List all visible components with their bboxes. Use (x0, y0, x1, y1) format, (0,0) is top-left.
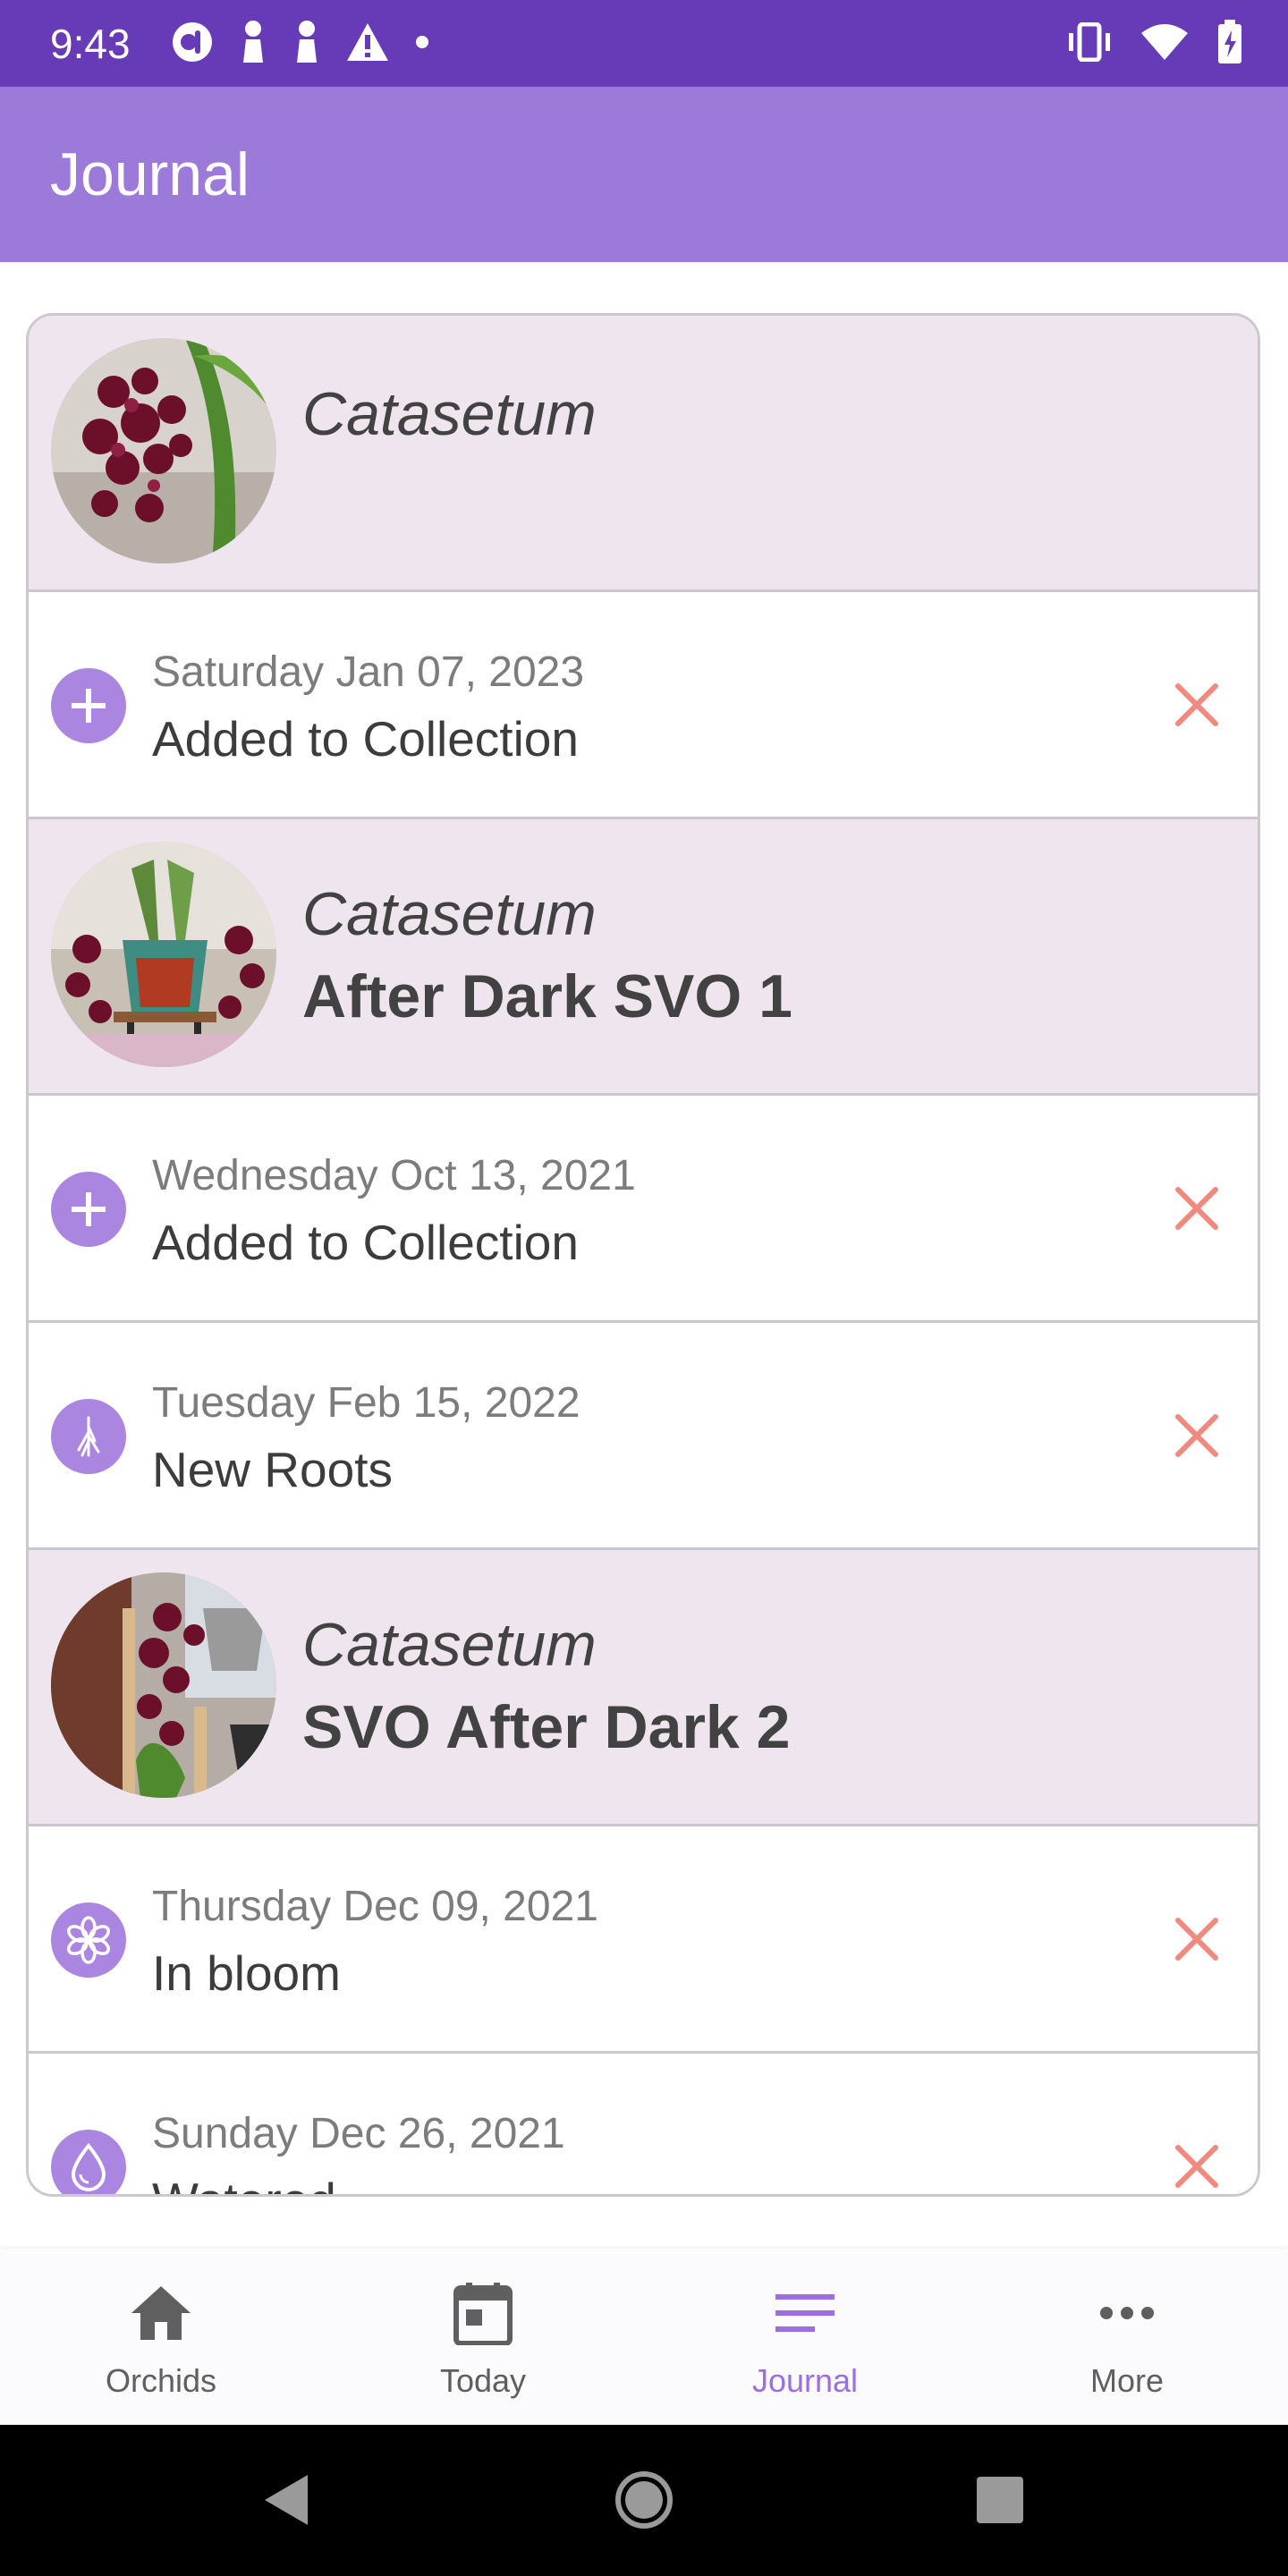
journal-list[interactable]: Catasetum Saturday Jan 07, 2023 Added to… (26, 313, 1260, 2197)
wifi-icon (1140, 22, 1190, 66)
back-button[interactable] (250, 2464, 322, 2536)
delete-button[interactable] (1163, 1905, 1231, 1973)
orchid-genus: Catasetum (302, 380, 597, 448)
plus-icon (51, 1172, 126, 1247)
orchid-header[interactable]: Catasetum After Dark SVO 1 (29, 819, 1258, 1096)
event-label: Added to Collection (152, 711, 579, 767)
water-drop-icon (51, 2130, 126, 2194)
nav-label: More (1089, 2362, 1165, 2399)
close-icon (1175, 683, 1218, 726)
vibrate-icon (1066, 21, 1113, 66)
orchid-genus: Catasetum (302, 880, 597, 948)
close-icon (1175, 1918, 1218, 1961)
nav-label: Orchids (105, 2362, 217, 2399)
event-date: Tuesday Feb 15, 2022 (152, 1379, 580, 1427)
orchid-photo (51, 338, 276, 564)
close-icon (1175, 1414, 1218, 1457)
close-icon (1175, 2145, 1218, 2188)
event-label: Watered (152, 2172, 336, 2194)
page-title: Journal (50, 140, 250, 208)
more-horiz-icon (1091, 2277, 1163, 2349)
battery-icon (1216, 19, 1243, 69)
nav-item-more[interactable]: More (966, 2249, 1288, 2425)
home-button[interactable] (608, 2464, 680, 2536)
orchid-genus: Catasetum (302, 1611, 597, 1679)
orchid-cultivar: After Dark SVO 1 (302, 962, 792, 1030)
person-icon (292, 20, 322, 69)
orchid-photo (51, 1572, 276, 1798)
journal-event-row[interactable]: Wednesday Oct 13, 2021 Added to Collecti… (29, 1096, 1258, 1323)
orchid-cultivar: SVO After Dark 2 (302, 1693, 791, 1761)
status-time: 9:43 (50, 21, 131, 67)
status-system-icons (1066, 19, 1243, 69)
orchid-header[interactable]: Catasetum SVO After Dark 2 (29, 1550, 1258, 1826)
delete-button[interactable] (1163, 1402, 1231, 1470)
delete-button[interactable] (1163, 671, 1231, 739)
event-date: Saturday Jan 07, 2023 (152, 648, 585, 696)
journal-event-row[interactable]: Saturday Jan 07, 2023 Added to Collectio… (29, 592, 1258, 819)
overview-button[interactable] (964, 2464, 1036, 2536)
dot-icon (413, 33, 431, 55)
event-date: Thursday Dec 09, 2021 (152, 1883, 598, 1930)
app-bar: Journal (0, 87, 1288, 262)
overview-icon (977, 2477, 1023, 2523)
nav-item-today[interactable]: Today (322, 2249, 644, 2425)
warning-icon (345, 21, 390, 67)
list-icon (769, 2277, 841, 2349)
back-icon (265, 2475, 308, 2525)
home-icon (125, 2277, 197, 2349)
close-icon (1175, 1187, 1218, 1230)
delete-button[interactable] (1163, 2132, 1231, 2194)
system-navigation-bar (0, 2425, 1288, 2576)
person-icon (238, 20, 268, 69)
orchid-photo (51, 842, 276, 1067)
journal-event-row[interactable]: Tuesday Feb 15, 2022 New Roots (29, 1323, 1258, 1550)
status-notification-icons (170, 20, 431, 69)
podcast-icon (170, 20, 215, 69)
bottom-navigation: Orchids Today Journal More (0, 2249, 1288, 2425)
flower-icon (51, 1902, 126, 1978)
delete-button[interactable] (1163, 1174, 1231, 1242)
event-label: In bloom (152, 1945, 341, 2001)
event-label: Added to Collection (152, 1215, 579, 1270)
event-date: Sunday Dec 26, 2021 (152, 2110, 565, 2157)
status-bar: 9:43 (0, 0, 1288, 87)
event-label: New Roots (152, 1442, 393, 1497)
journal-event-row[interactable]: Thursday Dec 09, 2021 In bloom (29, 1826, 1258, 2054)
plus-icon (51, 668, 126, 743)
journal-event-row[interactable]: Sunday Dec 26, 2021 Watered (29, 2054, 1258, 2194)
home-circle-icon (615, 2471, 673, 2529)
orchid-header[interactable]: Catasetum (29, 316, 1258, 592)
nav-label: Journal (751, 2362, 859, 2399)
nav-item-journal[interactable]: Journal (644, 2249, 966, 2425)
event-date: Wednesday Oct 13, 2021 (152, 1152, 636, 1199)
roots-icon (51, 1399, 126, 1474)
nav-label: Today (439, 2362, 527, 2399)
nav-item-orchids[interactable]: Orchids (0, 2249, 322, 2425)
calendar-icon (447, 2277, 519, 2349)
